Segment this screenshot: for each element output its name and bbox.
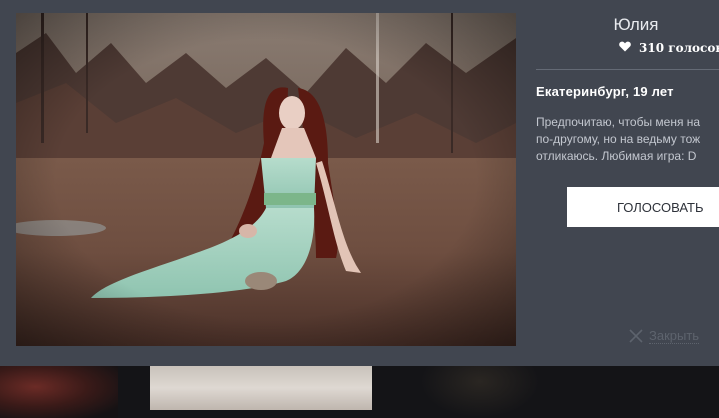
description-line: по-другому, но на ведьму тож (536, 132, 701, 146)
close-label[interactable]: Закрыть (649, 328, 700, 344)
contestant-modal: Юлия 310 голосов Екатеринбург, 19 лет Пр… (0, 0, 719, 366)
description-line: Предпочитаю, чтобы меня на (536, 115, 701, 129)
vote-count: 310 голосов (619, 41, 719, 55)
contestant-description: Предпочитаю, чтобы меня на по-другому, н… (536, 114, 719, 165)
vote-count-label: 310 голосов (639, 41, 719, 55)
contestant-photo (16, 13, 516, 346)
contestant-info-panel: Юлия 310 голосов Екатеринбург, 19 лет Пр… (536, 0, 719, 366)
close-button[interactable]: Закрыть (628, 328, 700, 344)
heart-icon (619, 41, 631, 55)
close-icon[interactable] (628, 328, 644, 344)
background-thumbnail-left (0, 366, 118, 418)
divider (536, 69, 719, 70)
background-thumbnail-middle (150, 366, 372, 410)
vote-button[interactable]: ГОЛОСОВАТЬ (567, 187, 719, 227)
description-line: отликаюсь. Любимая игра: D (536, 149, 697, 163)
photo-image (16, 13, 516, 346)
contestant-location-age: Екатеринбург, 19 лет (536, 84, 674, 99)
background-thumbnail-right (420, 366, 540, 418)
contestant-name: Юлия (613, 15, 659, 34)
